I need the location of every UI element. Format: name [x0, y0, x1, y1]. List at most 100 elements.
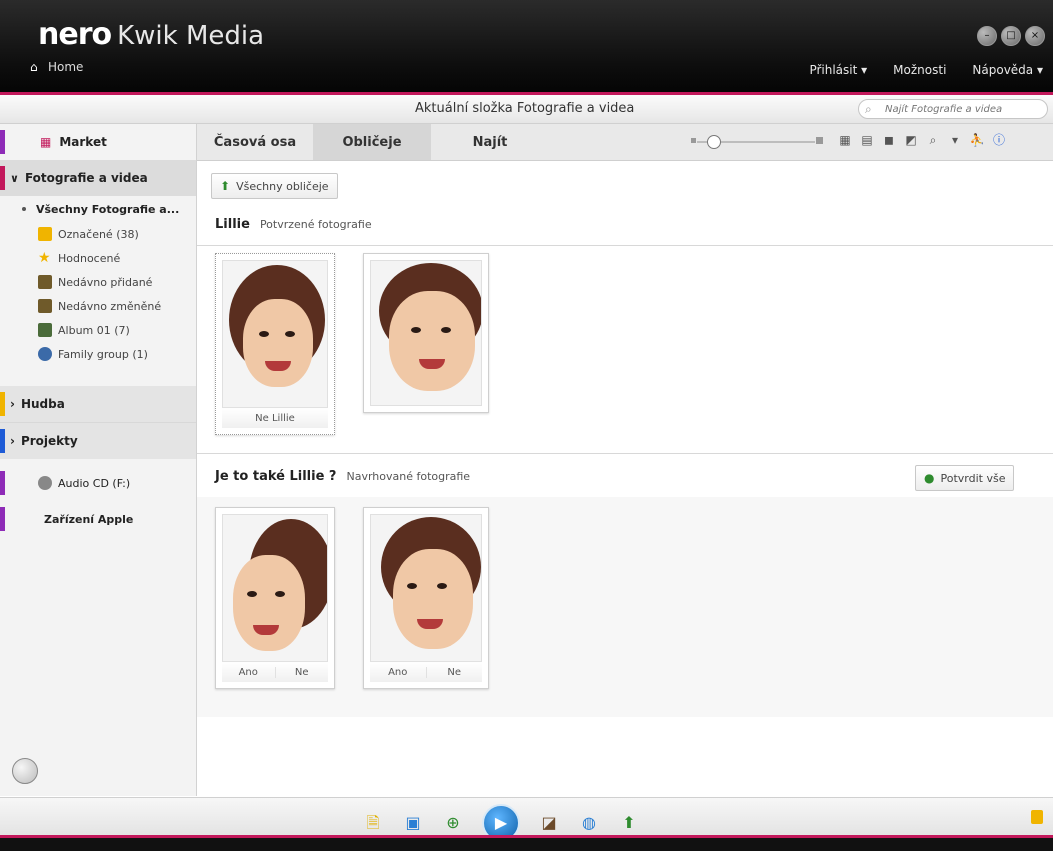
music-label: Hudba [20, 397, 65, 411]
app-window: nero Kwik Media ⌂ Home – □ × Přihlásit ▾ … [0, 0, 1053, 851]
slideshow-icon[interactable]: ▣ [402, 812, 424, 834]
confirm-all-label: Potvrdit vše [940, 471, 1006, 485]
sidebar-market[interactable]: ▦ Market [0, 124, 196, 160]
tag-icon[interactable] [1031, 810, 1043, 824]
menu-login[interactable]: Přihlásit ▾ [809, 63, 867, 77]
photo-card[interactable]: Ano Ne [215, 507, 335, 689]
sidebar-item-label: Označené (38) [58, 227, 139, 241]
search-icon: ⌕ [865, 102, 872, 116]
face-photo [370, 260, 482, 406]
photo-face [393, 549, 473, 649]
detail-view-icon[interactable]: ▤ [859, 132, 875, 148]
reject-button[interactable]: Ne [427, 667, 483, 678]
suggest-actions: Ano Ne [370, 661, 482, 682]
status-circle-button[interactable] [12, 758, 38, 784]
photo-face [243, 299, 313, 387]
photo-eye [275, 591, 285, 597]
reject-button[interactable]: Ne [276, 667, 329, 678]
confirmed-subtitle: Potvrzené fotografie [259, 218, 372, 231]
accept-button[interactable]: Ano [222, 666, 276, 678]
search-box[interactable]: ⌕ [858, 99, 1048, 119]
top-menu: Přihlásit ▾ Možnosti Nápověda ▾ [809, 63, 1043, 77]
chevron-right-icon: › [10, 397, 15, 411]
zoom-max-icon [816, 137, 823, 144]
photo-view-icon[interactable]: ◩ [903, 132, 919, 148]
zoom-slider-handle[interactable] [707, 135, 721, 149]
edit-icon[interactable]: ◪ [538, 812, 560, 834]
sidebar-item-label: Nedávno přidané [58, 275, 153, 289]
suggest-section-title: Je to také Lillie ? Navrhované fotografie [215, 469, 470, 484]
tab-faces[interactable]: Obličeje [313, 124, 431, 160]
web-icon[interactable]: ◍ [578, 812, 600, 834]
sidebar-projects[interactable]: › Projekty [0, 422, 196, 459]
photo-face [389, 291, 475, 391]
import-icon[interactable]: 🗎 [362, 812, 384, 834]
minimize-button[interactable]: – [977, 26, 997, 46]
search-input[interactable] [883, 102, 1047, 116]
disc-icon [38, 476, 52, 490]
divider [197, 453, 1053, 454]
faces-content: ⬆ Všechny obličeje Lillie Potvrzené fotog… [197, 161, 1053, 796]
photo-eye [247, 591, 257, 597]
maximize-button[interactable]: □ [1001, 26, 1021, 46]
all-photos-label: Všechny Fotografie a... [36, 202, 180, 216]
tab-find[interactable]: Najít [431, 124, 549, 160]
tab-timeline[interactable]: Časová osa [197, 124, 313, 160]
brand-bold: nero [38, 17, 112, 52]
sidebar-item-tagged[interactable]: Označené (38) [0, 222, 196, 246]
market-icon: ▦ [40, 135, 52, 149]
close-button[interactable]: × [1025, 26, 1045, 46]
sidebar-item-family-group[interactable]: Family group (1) [0, 342, 196, 366]
not-person-button[interactable]: Ne Lillie [222, 407, 328, 428]
chevron-right-icon: › [10, 434, 15, 448]
photo-card[interactable]: Ne Lillie [215, 253, 335, 435]
apple-color-bar [0, 507, 5, 531]
music-color-bar [0, 392, 5, 416]
accept-button[interactable]: Ano [370, 666, 427, 678]
photos-header-label: Fotografie a videa [24, 171, 148, 185]
projects-color-bar [0, 429, 5, 453]
sidebar-item-rated[interactable]: ★ Hodnocené [0, 246, 196, 270]
sidebar-photos-header[interactable]: ∨ Fotografie a videa [0, 160, 196, 196]
face-view-icon[interactable]: ◼ [881, 132, 897, 148]
all-faces-button[interactable]: ⬆ Všechny obličeje [211, 173, 338, 199]
photo-eye [285, 331, 295, 337]
check-circle-icon: ● [924, 471, 935, 485]
star-icon: ★ [38, 250, 51, 266]
photo-eye [441, 327, 451, 333]
album-icon [38, 323, 52, 337]
clock-edit-icon [38, 299, 52, 313]
photos-color-bar [0, 166, 5, 190]
market-label: Market [59, 135, 107, 149]
face-photo [370, 514, 482, 662]
group-icon [38, 347, 52, 361]
upload-icon[interactable]: ⬆ [618, 812, 640, 834]
menu-options[interactable]: Možnosti [893, 63, 946, 77]
people-icon[interactable]: ⛹ [969, 132, 985, 148]
sidebar-item-recent-added[interactable]: Nedávno přidané [0, 270, 196, 294]
photo-card[interactable] [363, 253, 489, 413]
confirm-all-button[interactable]: ● Potvrdit vše [915, 465, 1015, 491]
sidebar-item-recent-changed[interactable]: Nedávno změněné [0, 294, 196, 318]
suggest-subtitle: Navrhované fotografie [346, 470, 471, 483]
home-link[interactable]: ⌂ Home [30, 60, 83, 74]
face-photo [222, 260, 328, 408]
grid-view-icon[interactable]: ▦ [837, 132, 853, 148]
sidebar-music[interactable]: › Hudba [0, 386, 196, 422]
photo-eye [259, 331, 269, 337]
add-icon[interactable]: ⊕ [442, 812, 464, 834]
dropdown-chevron-icon[interactable]: ▾ [947, 132, 963, 148]
zoom-slider[interactable] [691, 135, 823, 149]
sidebar: ▦ Market ∨ Fotografie a videa Všechny Fo… [0, 124, 197, 796]
market-color-bar [0, 130, 5, 154]
info-icon[interactable]: ⓘ [991, 132, 1007, 148]
menu-help[interactable]: Nápověda ▾ [972, 63, 1043, 77]
sidebar-apple-device[interactable]: Zařízení Apple [0, 501, 196, 537]
sidebar-item-album-01[interactable]: Album 01 (7) [0, 318, 196, 342]
photo-eye [437, 583, 447, 589]
photo-card[interactable]: Ano Ne [363, 507, 489, 689]
sidebar-audio-cd[interactable]: Audio CD (F:) [0, 465, 196, 501]
sidebar-item-all-photos[interactable]: Všechny Fotografie a... [0, 196, 196, 222]
suggest-actions: Ano Ne [222, 661, 328, 682]
zoom-icon[interactable]: ⌕ [925, 132, 941, 148]
